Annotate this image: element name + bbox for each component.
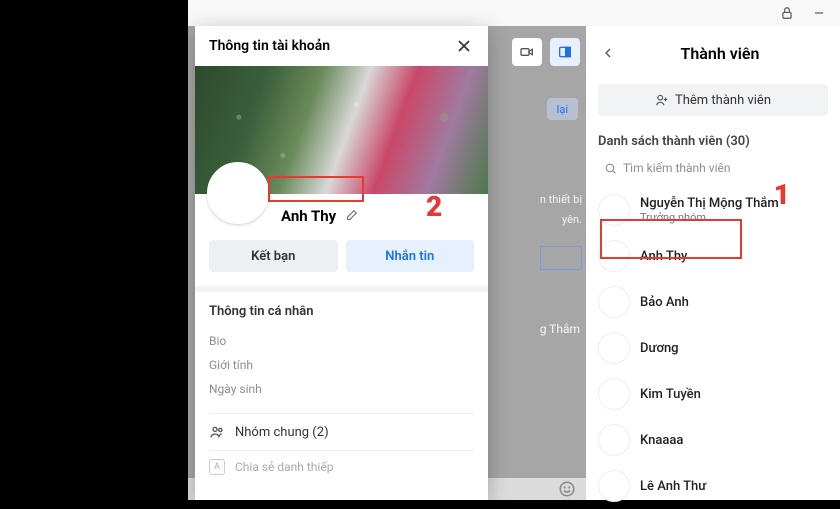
background-box xyxy=(540,246,582,270)
card-icon: A xyxy=(209,459,225,475)
member-role: Trưởng nhóm xyxy=(640,211,779,224)
member-search-input[interactable]: Tìm kiếm thành viên xyxy=(598,157,828,179)
share-card-label: Chia sẻ danh thiếp xyxy=(235,460,333,474)
panel-title: Thành viên xyxy=(632,44,828,63)
annotation-number-1: 1 xyxy=(774,178,790,211)
avatar xyxy=(598,470,630,502)
modal-title: Thông tin tài khoản xyxy=(209,38,330,54)
avatar xyxy=(598,240,630,272)
member-name: Bảo Anh xyxy=(640,295,689,310)
search-placeholder: Tìm kiếm thành viên xyxy=(623,161,731,175)
list-item[interactable]: Anh Thy xyxy=(598,233,828,279)
avatar xyxy=(598,424,630,456)
panel-toggle-button[interactable] xyxy=(550,38,580,66)
send-message-button[interactable]: Nhắn tin xyxy=(346,240,475,272)
profile-actions: Kết bạn Nhắn tin xyxy=(195,230,488,286)
annotation-number-2: 2 xyxy=(426,190,442,223)
list-item[interactable]: Knaaaa xyxy=(598,417,828,463)
window-titlebar xyxy=(188,0,840,26)
background-username: g Thắm xyxy=(540,322,580,336)
personal-info-section: Thông tin cá nhân Bio Giới tính Ngày sin… xyxy=(195,292,488,413)
common-groups-row[interactable]: Nhóm chung (2) xyxy=(195,414,488,450)
search-icon xyxy=(604,162,617,175)
list-item[interactable]: Dương xyxy=(598,325,828,371)
member-name: Knaaaa xyxy=(640,433,683,448)
background-pill: lại xyxy=(547,98,578,120)
back-button[interactable] xyxy=(598,43,618,63)
bio-field: Bio xyxy=(209,329,474,353)
add-member-label: Thêm thành viên xyxy=(675,93,771,108)
profile-avatar[interactable] xyxy=(207,162,269,224)
member-name: Dương xyxy=(640,341,679,356)
profile-modal: Thông tin tài khoản Anh Thy Kết bạn Nhắn… xyxy=(195,26,488,500)
section-title: Thông tin cá nhân xyxy=(209,304,474,319)
edit-icon[interactable] xyxy=(344,209,358,223)
member-name: Nguyễn Thị Mộng Thắm xyxy=(640,196,779,211)
common-groups-label: Nhóm chung (2) xyxy=(235,425,329,440)
list-item[interactable]: Bảo Anh xyxy=(598,279,828,325)
modal-header: Thông tin tài khoản xyxy=(195,26,488,66)
avatar xyxy=(598,378,630,410)
members-panel: Thành viên Thêm thành viên Danh sách thà… xyxy=(586,26,840,500)
add-member-button[interactable]: Thêm thành viên xyxy=(598,84,828,116)
gender-field: Giới tính xyxy=(209,353,474,377)
group-icon xyxy=(209,424,225,440)
panel-header: Thành viên xyxy=(598,36,828,70)
video-call-button[interactable] xyxy=(512,38,542,66)
member-list-title: Danh sách thành viên (30) xyxy=(598,134,828,149)
close-icon[interactable] xyxy=(454,36,474,56)
list-item[interactable]: Lê Anh Thư xyxy=(598,463,828,509)
list-item[interactable]: Nguyễn Thị Mộng Thắm Trưởng nhóm xyxy=(598,187,828,233)
member-list: Nguyễn Thị Mộng Thắm Trưởng nhóm Anh Thy… xyxy=(598,187,828,509)
cover-photo xyxy=(195,66,488,194)
member-name: Lê Anh Thư xyxy=(640,479,706,494)
emoji-icon[interactable] xyxy=(558,480,576,498)
minimize-icon[interactable] xyxy=(812,6,826,20)
avatar xyxy=(598,286,630,318)
avatar xyxy=(598,194,630,226)
add-friend-button[interactable]: Kết bạn xyxy=(209,240,338,272)
birthday-field: Ngày sinh xyxy=(209,377,474,401)
list-item[interactable]: Kim Tuyền xyxy=(598,371,828,417)
avatar xyxy=(598,332,630,364)
member-name: Anh Thy xyxy=(640,249,687,264)
share-card-row[interactable]: A Chia sẻ danh thiếp xyxy=(195,451,488,483)
member-name: Kim Tuyền xyxy=(640,387,701,402)
lock-icon xyxy=(780,6,794,20)
profile-name: Anh Thy xyxy=(281,207,336,225)
background-text: n thiết bị yên. xyxy=(494,190,582,230)
